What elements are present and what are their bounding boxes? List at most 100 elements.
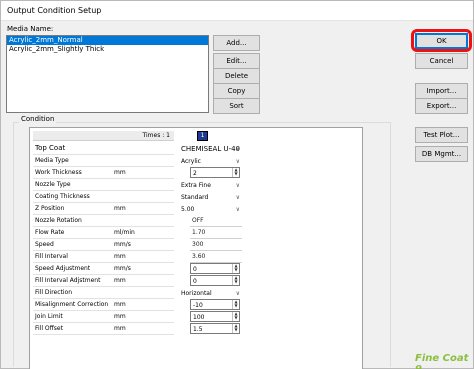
value-cell: Standard ∨ (176, 191, 246, 203)
output-condition-window: Output Condition Setup Media Name: Acryl… (0, 0, 474, 369)
import-button[interactable]: Import... (415, 83, 468, 99)
value-cell: 100 ▲ ▼ (176, 311, 246, 323)
property-row: Media Type (33, 155, 174, 167)
property-row: Work Thickness mm (33, 167, 174, 179)
property-name: Media Type (35, 157, 69, 164)
value-cell: 2 ▲ ▼ (176, 167, 246, 179)
chevron-down-icon[interactable]: ∨ (236, 142, 240, 156)
property-unit: mm/s (114, 265, 131, 272)
property-name: Nozzle Rotation (35, 217, 82, 224)
spinner-value[interactable]: 0 (193, 278, 197, 285)
property-unit: mm (114, 325, 126, 332)
spinner-arrows-icon[interactable]: ▲ ▼ (232, 264, 239, 273)
window-title: Output Condition Setup (7, 6, 102, 15)
value-cell: 1.5 ▲ ▼ (176, 323, 246, 335)
value-spinner[interactable]: 0 ▲ ▼ (190, 275, 240, 286)
dropdown-value: 5.00 (181, 206, 195, 213)
value-cell: 5.00 ∨ (176, 203, 246, 215)
spinner-value[interactable]: 100 (193, 314, 204, 321)
spinner-value[interactable]: -10 (193, 302, 203, 309)
value-spinner[interactable]: -10 ▲ ▼ (190, 299, 240, 310)
property-row: Speed mm/s (33, 239, 174, 251)
spinner-arrows-icon[interactable]: ▲ ▼ (232, 300, 239, 309)
property-name: Flow Rate (35, 229, 65, 236)
chevron-down-icon[interactable]: ∨ (236, 156, 240, 167)
media-name-list[interactable]: Acrylic_2mm_Normal Acrylic_2mm_Slightly T… (6, 35, 209, 113)
property-row: Fill Direction (33, 287, 174, 299)
chevron-down-icon[interactable]: ∨ (236, 180, 240, 191)
property-row: Fill Offset mm (33, 323, 174, 335)
title-bar: Output Condition Setup (1, 1, 473, 21)
property-name: Nozzle Type (35, 181, 71, 188)
condition-column-1: 1 CHEMISEAL U-40 ∨ Acrylic ∨ 2 ▲ ▼ Extra Fine ∨ S… (176, 131, 246, 335)
value-dropdown[interactable]: Acrylic ∨ (178, 155, 244, 166)
property-unit: mm (114, 301, 126, 308)
value-cell: 300 (176, 239, 246, 251)
chevron-down-icon[interactable]: ∨ (236, 288, 240, 299)
brand-logo: Fine Coat 9 (415, 353, 469, 369)
media-name-label: Media Name: (7, 25, 54, 33)
spinner-value[interactable]: 0 (193, 266, 197, 273)
value-dropdown[interactable]: 5.00 ∨ (178, 203, 244, 214)
property-row: Nozzle Type (33, 179, 174, 191)
property-row: Misalignment Correction mm (33, 299, 174, 311)
value-dropdown[interactable]: Standard ∨ (178, 191, 244, 202)
value-cell: 1.70 (176, 227, 246, 239)
chevron-down-icon[interactable]: ∨ (236, 204, 240, 215)
value-spinner[interactable]: 100 ▲ ▼ (190, 311, 240, 322)
property-name: Fill Direction (35, 289, 73, 296)
readonly-value: OFF (192, 217, 204, 224)
value-dropdown[interactable]: CHEMISEAL U-40 ∨ (178, 141, 244, 153)
spinner-value[interactable]: 2 (193, 170, 197, 177)
export-button[interactable]: Export... (415, 98, 468, 114)
spinner-arrows-icon[interactable]: ▲ ▼ (232, 168, 239, 177)
spinner-arrows-icon[interactable]: ▲ ▼ (232, 276, 239, 285)
add-button[interactable]: Add... (213, 35, 260, 51)
property-row: Coating Thickness (33, 191, 174, 203)
property-name: Work Thickness (35, 169, 82, 176)
property-name: Coating Thickness (35, 193, 90, 200)
value-spinner[interactable]: 1.5 ▲ ▼ (190, 323, 240, 334)
media-list-item[interactable]: Acrylic_2mm_Slightly Thick (7, 45, 208, 54)
spinner-arrows-icon[interactable]: ▲ ▼ (232, 312, 239, 321)
dropdown-value: Extra Fine (181, 182, 211, 189)
value-cell: 0 ▲ ▼ (176, 275, 246, 287)
condition-group-title: Condition (19, 115, 57, 123)
readonly-value: 3.60 (192, 253, 206, 260)
property-row: Nozzle Rotation (33, 215, 174, 227)
value-dropdown[interactable]: Extra Fine ∨ (178, 179, 244, 190)
delete-button[interactable]: Delete (213, 68, 260, 84)
test-plot-button[interactable]: Test Plot... (415, 127, 468, 143)
copy-button[interactable]: Copy (213, 83, 260, 99)
chevron-down-icon[interactable]: ∨ (236, 192, 240, 203)
property-unit: mm (114, 205, 126, 212)
cancel-button[interactable]: Cancel (415, 53, 468, 69)
value-cell: 3.60 (176, 251, 246, 263)
spinner-arrows-icon[interactable]: ▲ ▼ (232, 324, 239, 333)
property-name: Join Limit (35, 313, 63, 320)
property-name: Speed (35, 241, 54, 248)
value-dropdown[interactable]: Horizontal ∨ (178, 287, 244, 298)
dropdown-value: Horizontal (181, 290, 212, 297)
value-cell: Extra Fine ∨ (176, 179, 246, 191)
property-name: Z Position (35, 205, 65, 212)
property-name: Speed Adjustment (35, 265, 91, 272)
value-spinner[interactable]: 2 ▲ ▼ (190, 167, 240, 178)
property-unit: mm (114, 253, 126, 260)
column-header[interactable]: 1 (176, 131, 246, 141)
property-row: Speed Adjustment mm/s (33, 263, 174, 275)
edit-button[interactable]: Edit... (213, 53, 260, 69)
spinner-value[interactable]: 1.5 (193, 326, 203, 333)
property-table: Times : 1 Top Coat Media Type Work Thickne… (33, 131, 174, 335)
property-row: Flow Rate ml/min (33, 227, 174, 239)
readonly-value: 1.70 (192, 229, 206, 236)
sort-button[interactable]: Sort (213, 98, 260, 114)
property-unit: ml/min (114, 229, 135, 236)
db-mgmt-button[interactable]: DB Mgmt... (415, 146, 468, 162)
value-cell: Acrylic ∨ (176, 155, 246, 167)
media-list-item[interactable]: Acrylic_2mm_Normal (7, 36, 208, 45)
property-row: Z Position mm (33, 203, 174, 215)
value-spinner[interactable]: 0 ▲ ▼ (190, 263, 240, 274)
property-unit: mm (114, 313, 126, 320)
column-number[interactable]: 1 (197, 131, 208, 141)
